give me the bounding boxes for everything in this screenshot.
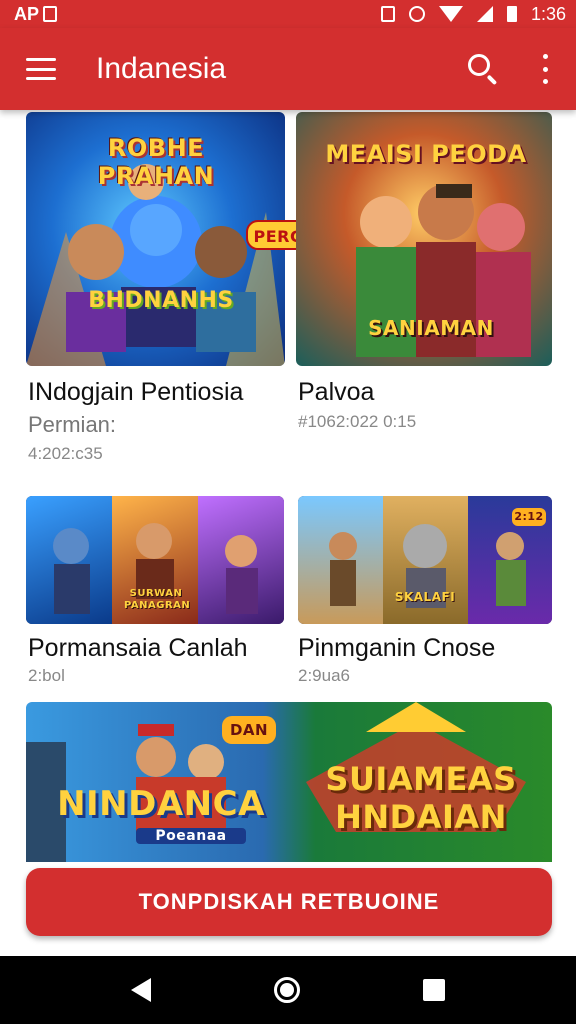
alarm-icon [408,6,425,22]
art-badge: 2:12 [512,508,546,526]
banner-title-right-1: SUIAMEAS [325,760,517,798]
carrier-text: AP [14,3,40,24]
battery-icon [506,6,517,22]
home-icon[interactable] [273,977,300,1003]
art-caption: SURWAN PANAGRAN [124,588,191,611]
game-card-thumbnail[interactable]: MEAISI PEODA SANIAMAN [296,112,552,366]
game-meta: 4:202:c35 [28,444,103,463]
game-meta: #1062:022 0:15 [298,412,417,431]
more-vert-icon[interactable] [540,54,550,84]
game-card-thumbnail[interactable]: SURWAN PANAGRAN [26,496,284,624]
search-icon[interactable] [466,52,500,86]
banner-subtitle-left: Poeanaa [136,828,246,844]
system-nav-bar [0,956,576,1024]
banner-title-right-2: HNDAIAN [335,798,507,836]
signal-icon [476,6,493,22]
primary-action-button[interactable]: TONPDISKAH RETBUOINE [26,868,552,936]
game-title[interactable]: Pinmganin Cnose [298,634,495,663]
game-title[interactable]: Pormansaia Canlah [28,634,248,663]
featured-banner[interactable]: NINDANCA Poeanaa DAN SUIAMEAS HNDAIAN [26,702,552,862]
status-bar: AP 1:36 [0,0,576,28]
back-icon[interactable] [131,978,152,1002]
game-meta: 2:bol [28,666,65,685]
recents-icon[interactable] [422,979,445,1001]
app-bar: Indanesia [0,28,576,110]
wifi-icon [438,6,463,22]
art-title-top: ROBHE PRAHAN [97,134,215,190]
art-title-top: MEAISI PEODA [325,140,527,168]
banner-title-left: NINDANCA [57,784,265,824]
screenshot-icon [380,6,395,22]
art-title-bottom: BHDNANHS [88,288,234,313]
page-title: Indanesia [96,52,227,85]
status-time: 1:36 [530,3,566,24]
game-subtitle: Permian: [28,412,117,437]
game-list: ROBHE PRAHAN BHDNANHS PERGULA? MEAISI PE… [0,110,576,956]
art-caption: SKALAFI [394,590,456,604]
art-title-bottom: SANIAMAN [368,316,494,340]
game-title[interactable]: INdogjain Pentiosia [28,378,243,407]
banner-badge: DAN [222,716,276,744]
game-title[interactable]: Palvoa [298,378,374,407]
notification-box-icon [43,6,58,22]
game-meta: 2:9ua6 [298,666,350,685]
game-card-thumbnail[interactable]: SKALAFI 2:12 [298,496,552,624]
menu-icon[interactable] [26,58,56,80]
